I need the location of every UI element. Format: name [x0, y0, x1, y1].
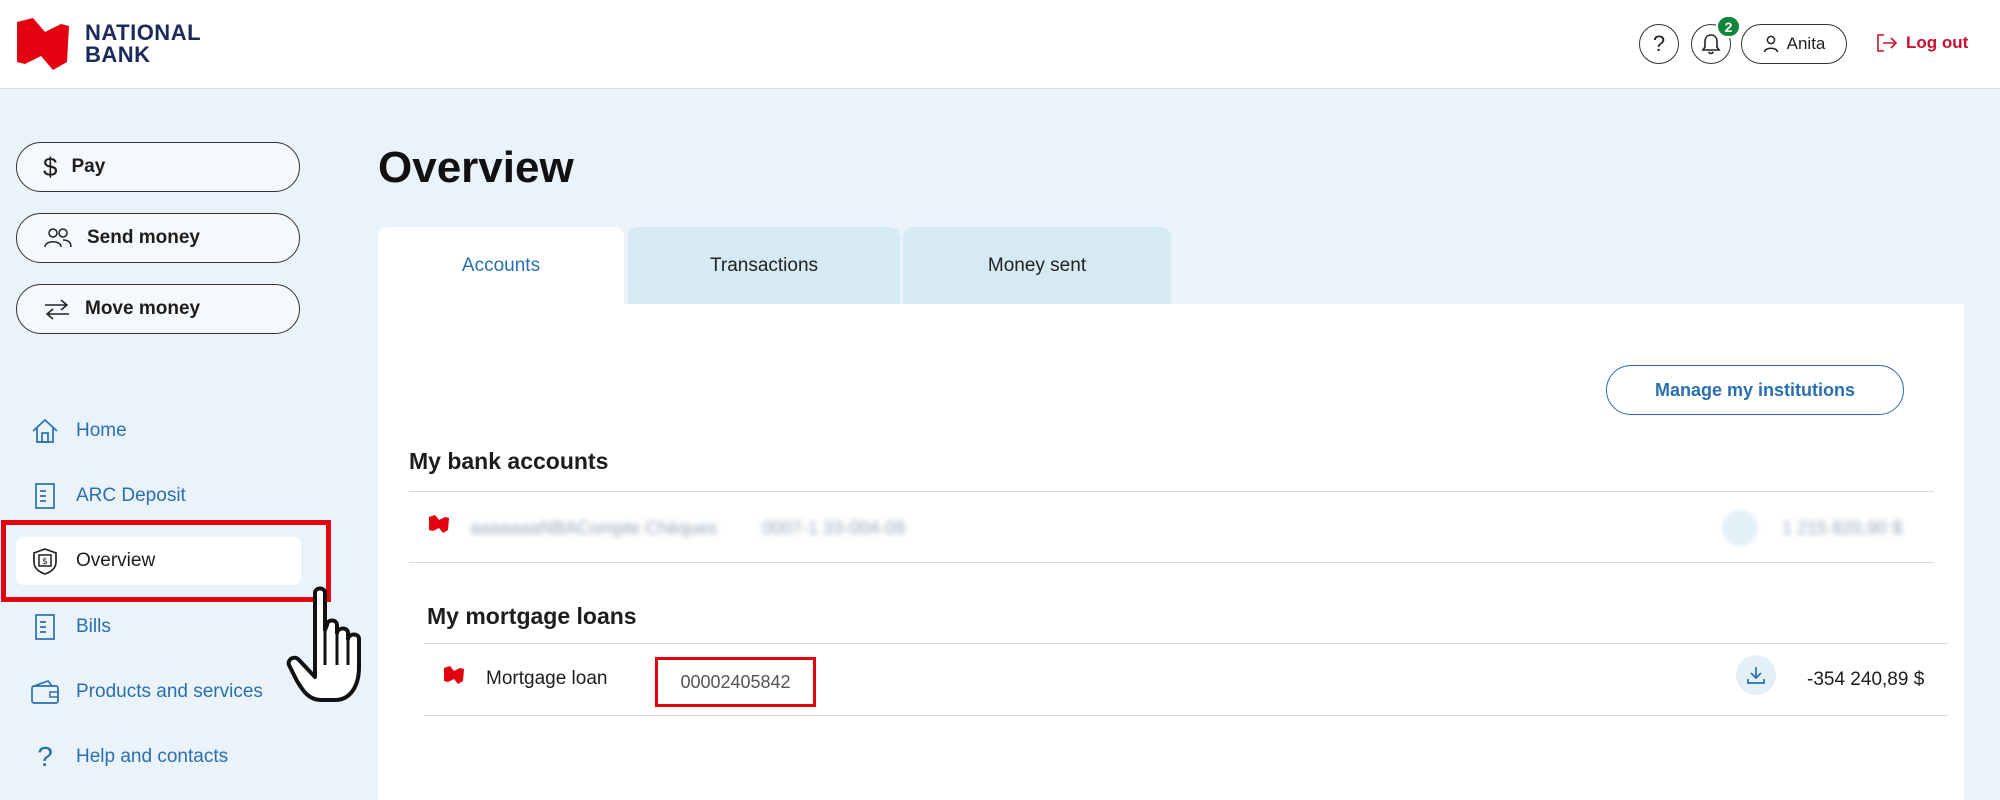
- account-action-icon[interactable]: [1722, 510, 1758, 546]
- pay-label: Pay: [71, 156, 106, 177]
- sidebar-item-label: Home: [76, 420, 127, 441]
- tab-money-sent[interactable]: Money sent: [903, 227, 1171, 305]
- sidebar-item-label: ARC Deposit: [76, 485, 186, 506]
- bank-flag-icon: [429, 515, 449, 533]
- sidebar-item-arc-deposit[interactable]: ARC Deposit: [16, 472, 301, 520]
- divider: [409, 491, 1934, 492]
- tab-accounts[interactable]: Accounts: [378, 227, 624, 305]
- document-icon: [35, 483, 55, 509]
- account-name-blurred[interactable]: aaaaaaaNBACompte Chèques: [470, 518, 717, 539]
- help-button[interactable]: ?: [1639, 24, 1679, 64]
- people-icon: [44, 228, 72, 248]
- move-money-label: Move money: [85, 298, 201, 319]
- mortgage-loan-name[interactable]: Mortgage loan: [486, 668, 607, 690]
- sidebar-item-label: Bills: [76, 616, 111, 637]
- move-money-button[interactable]: Move money: [16, 284, 300, 334]
- hand-cursor-icon: [286, 586, 361, 702]
- logout-icon: [1877, 34, 1898, 52]
- mortgage-loans-title: My mortgage loans: [427, 603, 637, 629]
- manage-institutions-button[interactable]: Manage my institutions: [1606, 365, 1904, 415]
- document-icon: [35, 614, 55, 640]
- mortgage-loan-balance: -354 240,89 $: [1807, 669, 1925, 690]
- sidebar-item-label: Products and services: [76, 681, 263, 702]
- pay-button[interactable]: $ Pay: [16, 142, 300, 192]
- bank-flag-logo-icon: [17, 18, 69, 70]
- page-title: Overview: [378, 143, 574, 192]
- overview-highlight-box: [1, 520, 331, 602]
- divider: [409, 562, 1934, 563]
- dollar-icon: $: [43, 151, 58, 182]
- home-icon: [32, 418, 58, 443]
- download-button[interactable]: [1736, 655, 1776, 695]
- bank-flag-icon: [444, 666, 464, 684]
- user-name: Anita: [1786, 34, 1826, 53]
- bank-accounts-title: My bank accounts: [409, 448, 609, 474]
- sidebar-item-bills[interactable]: Bills: [16, 603, 301, 651]
- logout-label: Log out: [1906, 33, 1969, 52]
- arrows-icon: [45, 299, 69, 320]
- account-balance-blurred: 1 215 820,90 $: [1782, 518, 1903, 538]
- notification-count-badge: 2: [1716, 15, 1741, 38]
- sidebar-item-label: Help and contacts: [76, 746, 229, 767]
- account-number-blurred: 0007-1 33-004-09: [762, 518, 906, 538]
- top-header: NATIONAL BANK ? 2 Anita Log out: [0, 0, 2000, 89]
- mortgage-loan-number: 00002405842: [655, 657, 816, 707]
- user-profile-button[interactable]: Anita: [1741, 24, 1847, 64]
- user-icon: [1763, 35, 1778, 53]
- wallet-icon: [31, 679, 59, 704]
- bell-icon: [1701, 34, 1721, 55]
- divider: [424, 643, 1948, 644]
- sidebar-item-help-contacts[interactable]: ? Help and contacts: [16, 733, 301, 781]
- divider: [424, 715, 1948, 716]
- logo-line-1: NATIONAL: [85, 20, 202, 45]
- tab-transactions[interactable]: Transactions: [628, 227, 900, 305]
- logo-line-2: BANK: [85, 42, 151, 67]
- download-icon: [1747, 667, 1765, 684]
- logout-link[interactable]: Log out: [1876, 33, 1968, 53]
- question-mark-icon: ?: [1652, 31, 1666, 56]
- national-bank-logo[interactable]: NATIONAL BANK: [15, 18, 201, 70]
- question-icon: ?: [37, 741, 53, 772]
- sidebar-item-home[interactable]: Home: [16, 407, 301, 455]
- sidebar-item-products-services[interactable]: Products and services: [16, 668, 301, 716]
- send-money-label: Send money: [87, 227, 200, 248]
- send-money-button[interactable]: Send money: [16, 213, 300, 263]
